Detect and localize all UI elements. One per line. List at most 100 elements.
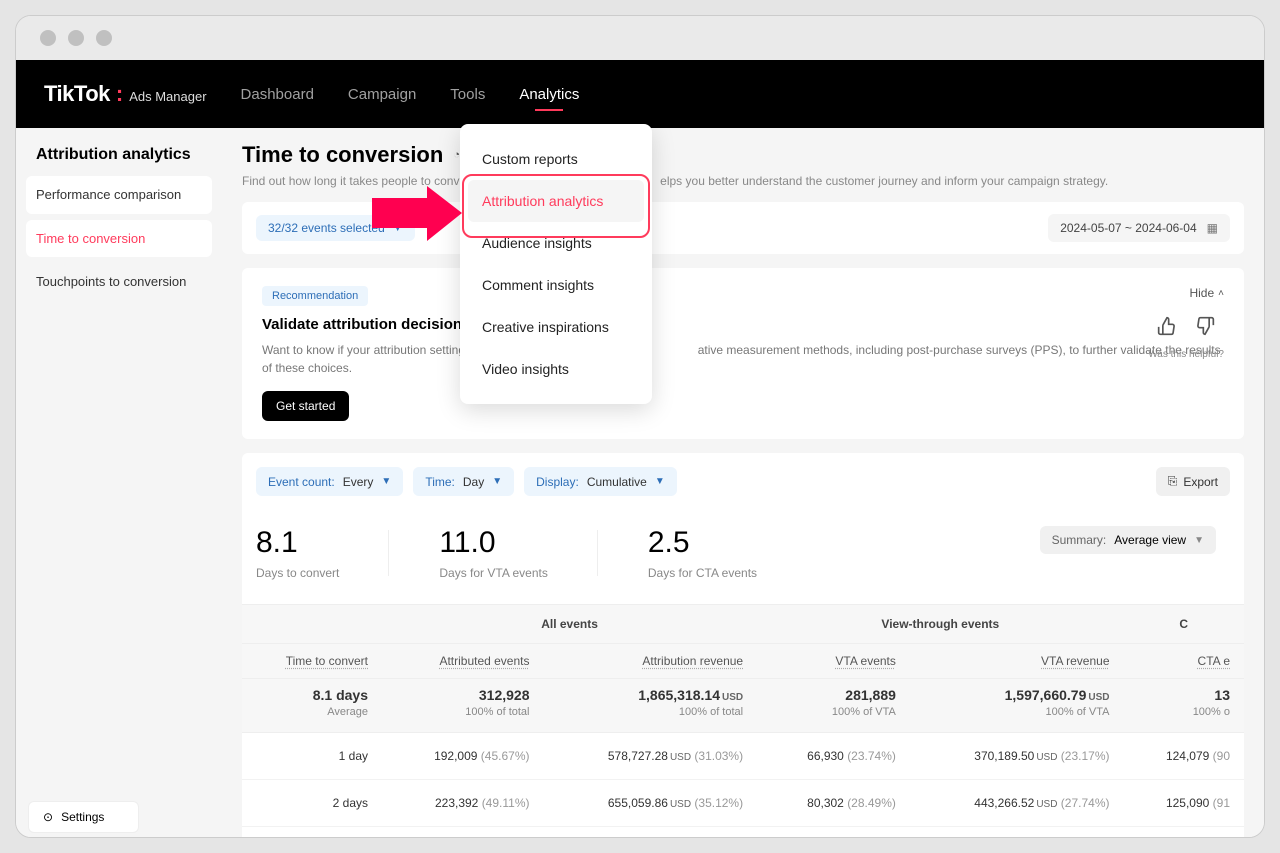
nav-dashboard[interactable]: Dashboard — [241, 64, 314, 125]
recommendation-title: Validate attribution decisions i — [262, 316, 1224, 333]
recommendation-description: Want to know if your attribution setting… — [262, 341, 1224, 377]
hide-label: Hide — [1189, 286, 1214, 300]
table-row: 3 days238,552 (52.25%)725,842.28USD (38.… — [242, 827, 1244, 838]
col-ae[interactable]: Attributed events — [439, 654, 529, 668]
col-ve[interactable]: VTA events — [835, 654, 895, 668]
get-started-button[interactable]: Get started — [262, 391, 349, 421]
dropdown-item-custom-reports[interactable]: Custom reports — [468, 138, 644, 180]
dropdown-item-attribution-analytics[interactable]: Attribution analytics — [468, 180, 644, 222]
sum-ce-sub: 100% o — [1138, 706, 1231, 718]
chevron-down-icon: ▼ — [655, 476, 665, 487]
conversion-table: All events View-through events C Time to… — [242, 604, 1244, 837]
brand: TikTok: Ads Manager — [44, 81, 207, 107]
col-ce[interactable]: CTA e — [1198, 654, 1230, 668]
helpful-widget: Was this helpful? — [1148, 316, 1224, 360]
sum-vr: 1,597,660.79 — [1005, 687, 1087, 703]
sum-ar: 1,865,318.14 — [638, 687, 720, 703]
dropdown-item-creative-inspirations[interactable]: Creative inspirations — [468, 306, 644, 348]
window-titlebar — [16, 16, 1264, 60]
traffic-light-dot — [40, 30, 56, 46]
col-vr[interactable]: VTA revenue — [1041, 654, 1109, 668]
dropdown-item-video-insights[interactable]: Video insights — [468, 348, 644, 390]
dropdown-item-audience-insights[interactable]: Audience insights — [468, 222, 644, 264]
event-count-value: Every — [343, 475, 374, 489]
sidebar-item-performance[interactable]: Performance comparison — [26, 176, 212, 214]
helpful-label: Was this helpful? — [1148, 349, 1224, 360]
sum-ve-sub: 100% of VTA — [771, 706, 896, 718]
sidebar-item-touchpoints[interactable]: Touchpoints to conversion — [26, 263, 212, 301]
event-count-filter[interactable]: Event count: Every ▼ — [256, 467, 403, 496]
chevron-down-icon: ▼ — [381, 476, 391, 487]
sum-ae: 312,928 — [479, 687, 530, 703]
summary-value: Average view — [1114, 533, 1186, 547]
stat-value: 11.0 — [439, 526, 548, 560]
sum-ce: 13 — [1214, 687, 1230, 703]
nav-campaign[interactable]: Campaign — [348, 64, 416, 125]
usd-label: USD — [722, 692, 743, 703]
time-filter[interactable]: Time: Day ▼ — [413, 467, 514, 496]
col-group-all: All events — [382, 605, 757, 644]
export-icon: ⎘ — [1168, 474, 1178, 489]
sum-ae-sub: 100% of total — [396, 706, 530, 718]
sum-ttc: 8.1 days — [313, 687, 368, 703]
date-range-picker[interactable]: 2024-05-07 ~ 2024-06-04 ▦ — [1048, 214, 1230, 242]
sum-ttc-sub: Average — [256, 706, 368, 718]
thumbs-up-icon[interactable] — [1157, 316, 1177, 341]
page-description-b: elps you better understand the customer … — [660, 174, 1108, 188]
stat-vta-days: 11.0 Days for VTA events — [439, 526, 648, 580]
export-label: Export — [1183, 475, 1218, 489]
recommendation-card: Recommendation Hide ˄ Validate attributi… — [242, 268, 1244, 439]
brand-accent: : — [116, 81, 123, 107]
thumbs-down-icon[interactable] — [1195, 316, 1215, 341]
usd-label: USD — [1088, 692, 1109, 703]
recommendation-title-text: Validate attribution decisions — [262, 316, 470, 333]
date-range-label: 2024-05-07 ~ 2024-06-04 — [1060, 221, 1196, 235]
chevron-down-icon: ▼ — [1194, 535, 1204, 546]
data-card: Event count: Every ▼ Time: Day ▼ Display… — [242, 453, 1244, 837]
gear-icon: ⊙ — [43, 810, 53, 824]
time-label: Time: — [425, 475, 455, 489]
col-group-cta: C — [1124, 605, 1245, 644]
summary-selector[interactable]: Summary: Average view ▼ — [1040, 526, 1216, 554]
analytics-dropdown: Custom reports Attribution analytics Aud… — [460, 124, 652, 404]
col-ar[interactable]: Attribution revenue — [642, 654, 743, 668]
sum-vr-sub: 100% of VTA — [924, 706, 1110, 718]
sidebar-item-time-to-conversion[interactable]: Time to conversion — [26, 220, 212, 258]
brand-logo: TikTok — [44, 81, 110, 107]
display-label: Display: — [536, 475, 579, 489]
reco-desc-a: Want to know if your attribution setting… — [262, 343, 481, 357]
hide-button[interactable]: Hide ˄ — [1189, 286, 1224, 300]
calendar-icon: ▦ — [1207, 221, 1218, 235]
nav-tools[interactable]: Tools — [450, 64, 485, 125]
recommendation-tag: Recommendation — [262, 286, 368, 306]
brand-subtitle: Ads Manager — [129, 89, 206, 104]
settings-label: Settings — [61, 810, 104, 824]
top-nav: TikTok: Ads Manager Dashboard Campaign T… — [16, 60, 1264, 128]
export-button[interactable]: ⎘ Export — [1156, 467, 1230, 496]
stat-label: Days to convert — [256, 566, 339, 580]
col-group-vta: View-through events — [757, 605, 1123, 644]
display-filter[interactable]: Display: Cumulative ▼ — [524, 467, 677, 496]
dropdown-item-comment-insights[interactable]: Comment insights — [468, 264, 644, 306]
arrow-annotation-icon — [372, 186, 462, 241]
stat-value: 8.1 — [256, 526, 339, 560]
col-ttc[interactable]: Time to convert — [286, 654, 368, 668]
traffic-light-dot — [68, 30, 84, 46]
stat-label: Days for CTA events — [648, 566, 757, 580]
settings-button[interactable]: ⊙ Settings — [28, 801, 139, 833]
chevron-down-icon: ▼ — [492, 476, 502, 487]
event-count-label: Event count: — [268, 475, 335, 489]
time-value: Day — [463, 475, 484, 489]
table-row: 2 days223,392 (49.11%)655,059.86USD (35.… — [242, 780, 1244, 827]
sum-ve: 281,889 — [845, 687, 896, 703]
stat-label: Days for VTA events — [439, 566, 548, 580]
chevron-up-icon: ˄ — [1218, 288, 1224, 299]
sidebar-title: Attribution analytics — [26, 146, 212, 176]
table-row: 1 day192,009 (45.67%)578,727.28USD (31.0… — [242, 733, 1244, 780]
events-filter-label: 32/32 events selected — [268, 221, 385, 235]
page-title: Time to conversion — [242, 142, 443, 168]
sidebar: Attribution analytics Performance compar… — [16, 128, 222, 837]
stat-days-to-convert: 8.1 Days to convert — [256, 526, 439, 580]
nav-analytics[interactable]: Analytics — [519, 64, 579, 125]
traffic-light-dot — [96, 30, 112, 46]
